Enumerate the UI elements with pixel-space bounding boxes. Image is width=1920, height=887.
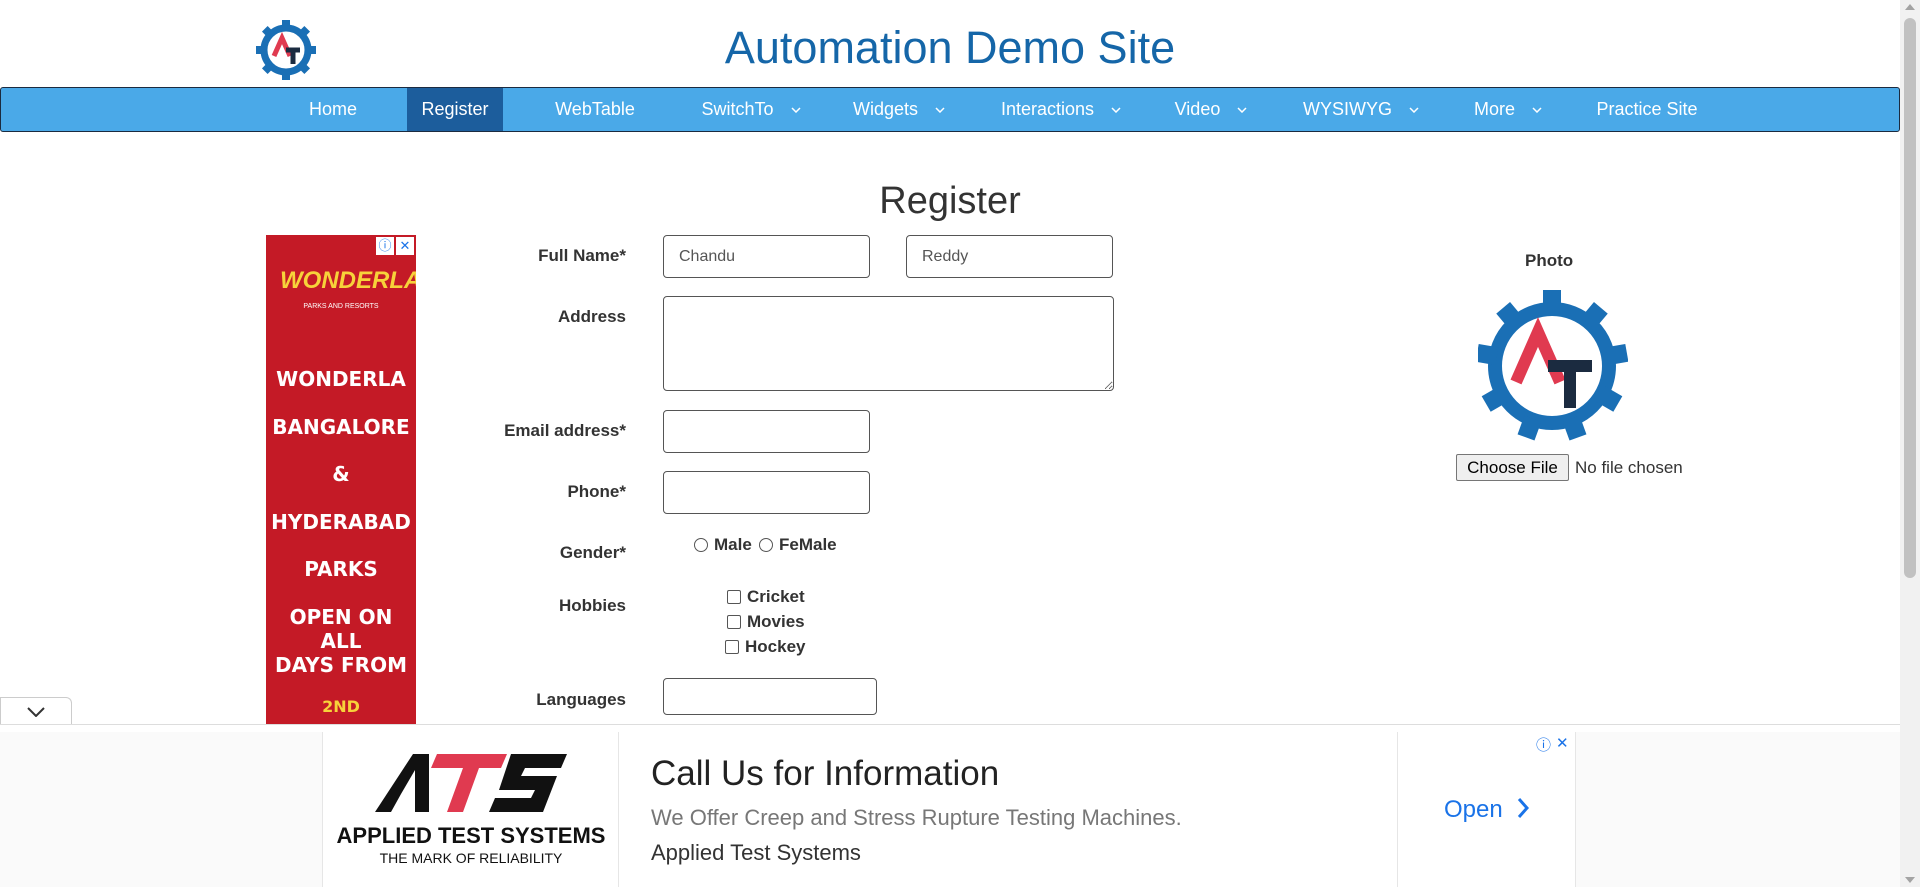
ats-tagline: THE MARK OF RELIABILITY	[379, 850, 563, 866]
nav-video-label: Video	[1174, 99, 1221, 119]
ad-brand-logo: WONDERLA	[280, 267, 416, 294]
info-icon[interactable]: ⓘ	[1536, 734, 1551, 755]
close-icon[interactable]: ✕	[396, 237, 414, 255]
ad-text-line: HYDERABAD	[271, 510, 411, 534]
nav-practice-site[interactable]: Practice Site	[1591, 88, 1703, 131]
gender-option-male[interactable]: Male	[694, 535, 752, 555]
address-textarea[interactable]	[663, 296, 1114, 391]
scroll-up-arrow[interactable]	[1905, 4, 1915, 10]
chevron-down-icon	[790, 107, 801, 114]
checkbox[interactable]	[727, 590, 741, 604]
ad-text-line: 2ND	[322, 697, 360, 716]
nav-more[interactable]: More	[1463, 88, 1553, 131]
ad-text-line: &	[332, 462, 350, 486]
nav-wysiwyg-label: WYSIWYG	[1302, 99, 1392, 119]
gender-label: Gender*	[559, 543, 626, 562]
chevron-down-icon	[1532, 107, 1542, 114]
bottom-ad-content[interactable]: APPLIED TEST SYSTEMS THE MARK OF RELIABI…	[322, 732, 1576, 887]
scrollbar-thumb[interactable]	[1904, 18, 1916, 578]
nav-switchto[interactable]: SwitchTo	[691, 88, 811, 131]
nav-home[interactable]: Home	[301, 88, 365, 131]
ats-logo-mark	[375, 754, 567, 812]
photo-label: Photo	[1525, 251, 1574, 270]
nav-switchto-label: SwitchTo	[701, 99, 774, 119]
hobby-label: Hockey	[745, 637, 806, 656]
nav-interactions-label: Interactions	[1000, 99, 1095, 119]
ad-cta-area[interactable]: Open ⓘ ✕	[1397, 732, 1577, 887]
ad-open-button[interactable]: Open	[1444, 796, 1530, 824]
page-title: Register	[879, 180, 1021, 222]
checkbox[interactable]	[725, 640, 739, 654]
ad-tools: ⓘ ✕	[376, 237, 414, 255]
ad-brand-sub: PARKS AND RESORTS	[303, 303, 379, 310]
ad-text-line: OPEN ON ALL	[289, 605, 393, 653]
full-name-label: Full Name*	[538, 246, 626, 265]
left-ad-banner[interactable]: ⓘ ✕ WONDERLA PARKS AND RESORTS WONDERLA …	[266, 235, 416, 725]
chevron-down-icon	[1237, 107, 1247, 114]
gender-option-label: FeMale	[779, 535, 837, 554]
profile-photo	[1478, 290, 1628, 441]
gender-option-label: Male	[714, 535, 752, 554]
checkbox[interactable]	[727, 615, 741, 629]
scroll-down-arrow[interactable]	[1905, 877, 1915, 883]
bottom-ad-banner: APPLIED TEST SYSTEMS THE MARK OF RELIABI…	[0, 732, 1900, 887]
ats-logo: APPLIED TEST SYSTEMS THE MARK OF RELIABI…	[323, 732, 619, 887]
first-name-input[interactable]	[663, 235, 870, 278]
ad-description: We Offer Creep and Stress Rupture Testin…	[651, 805, 1182, 830]
phone-label: Phone*	[567, 482, 626, 501]
last-name-input[interactable]	[906, 235, 1113, 278]
site-title: Automation Demo Site	[724, 22, 1176, 73]
nav-register[interactable]: Register	[407, 88, 503, 131]
file-status: No file chosen	[1575, 458, 1683, 477]
close-icon[interactable]: ✕	[1556, 734, 1569, 752]
ats-brand-name: APPLIED TEST SYSTEMS	[336, 823, 606, 848]
hobby-label: Movies	[747, 612, 805, 631]
nav-widgets-label: Widgets	[852, 99, 918, 119]
hobbies-label: Hobbies	[558, 596, 626, 615]
ad-text-line: DAYS FROM	[275, 653, 407, 677]
ad-advertiser: Applied Test Systems	[651, 840, 861, 865]
radio-button[interactable]	[694, 538, 708, 552]
nav-video[interactable]: Video	[1166, 88, 1256, 131]
divider	[0, 724, 1900, 725]
main-nav: Home Register WebTable SwitchTo Widgets …	[0, 87, 1900, 132]
chevron-down-icon	[1111, 107, 1121, 114]
nav-more-label: More	[1473, 99, 1515, 119]
email-label: Email address*	[504, 421, 626, 440]
phone-input[interactable]	[663, 471, 870, 514]
hobby-label: Cricket	[747, 587, 805, 606]
ad-open-label: Open	[1444, 796, 1503, 823]
ad-collapse-tab[interactable]	[0, 697, 72, 725]
ad-text-line: WONDERLA	[276, 367, 406, 391]
email-input[interactable]	[663, 410, 870, 453]
nav-widgets[interactable]: Widgets	[844, 88, 954, 131]
chevron-down-icon	[27, 707, 45, 717]
hobby-movies[interactable]: Movies	[727, 612, 805, 632]
page-scrollbar[interactable]	[1900, 0, 1920, 887]
chevron-right-icon	[1518, 798, 1530, 818]
languages-multiselect[interactable]	[663, 678, 877, 715]
ad-text-line: PARKS	[304, 557, 378, 581]
nav-webtable[interactable]: WebTable	[541, 88, 649, 131]
gender-option-female[interactable]: FeMale	[759, 535, 837, 555]
chevron-down-icon	[1409, 107, 1419, 114]
hobby-hockey[interactable]: Hockey	[725, 637, 805, 657]
info-icon[interactable]: ⓘ	[376, 237, 394, 255]
hobby-cricket[interactable]: Cricket	[727, 587, 805, 607]
chevron-down-icon	[935, 107, 945, 114]
ad-text-line: BANGALORE	[272, 415, 410, 439]
choose-file-button[interactable]: Choose File	[1456, 454, 1569, 481]
nav-interactions[interactable]: Interactions	[991, 88, 1131, 131]
nav-wysiwyg[interactable]: WYSIWYG	[1296, 88, 1426, 131]
address-label: Address	[557, 307, 626, 326]
languages-label: Languages	[536, 690, 626, 709]
ad-headline[interactable]: Call Us for Information	[651, 754, 999, 794]
radio-button[interactable]	[759, 538, 773, 552]
